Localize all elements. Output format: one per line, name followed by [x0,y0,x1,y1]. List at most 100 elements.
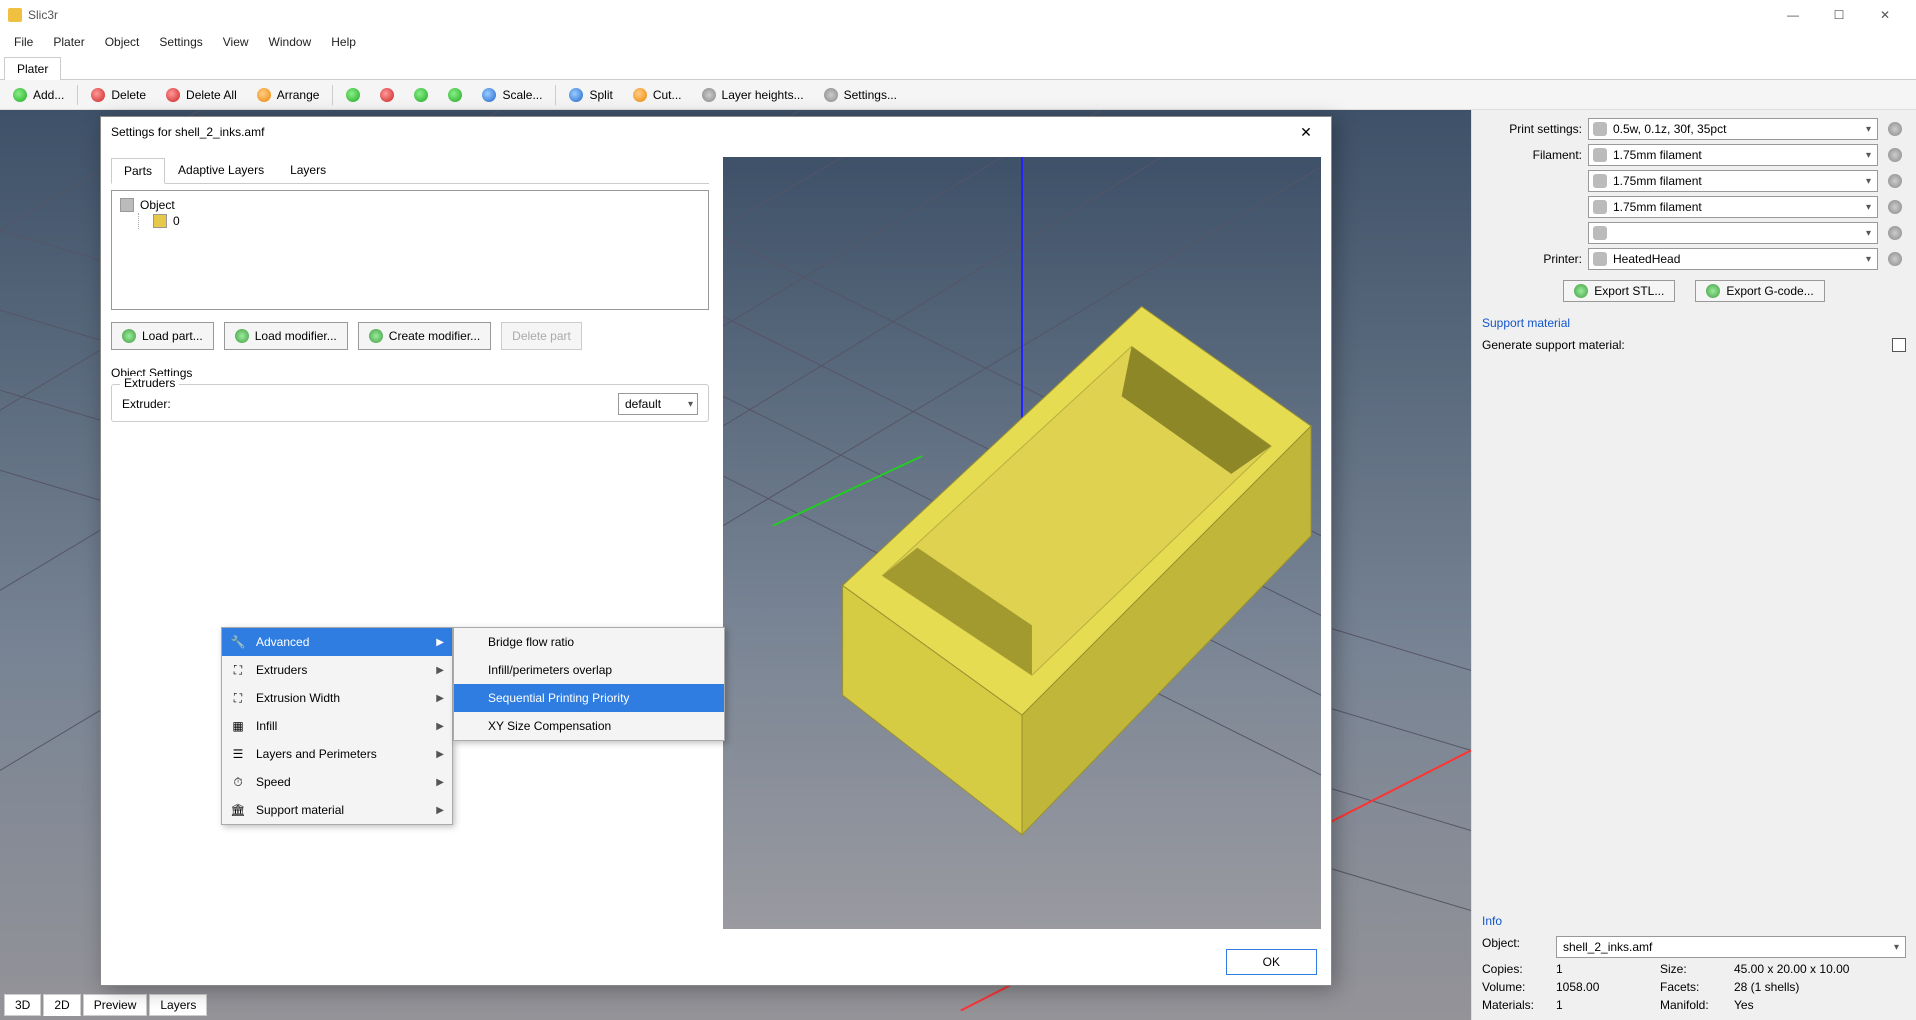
split-button[interactable]: Split [560,84,621,106]
close-button[interactable]: ✕ [1862,0,1908,30]
ctx-infill[interactable]: ▦Infill▶ [222,712,452,740]
chevron-right-icon: ▶ [436,777,444,788]
copies-value: 1 [1556,962,1656,976]
load-part-button[interactable]: Load part... [111,322,214,350]
ctx-infill-perimeters-overlap[interactable]: Infill/perimeters overlap [454,656,724,684]
funnel-icon: ⛶ [230,690,246,706]
tab-parts[interactable]: Parts [111,158,165,184]
filament-gear-4[interactable] [1884,222,1906,244]
rotate-cw-button[interactable] [439,84,471,106]
export-gcode-button[interactable]: Export G-code... [1695,280,1824,302]
minus-icon [91,88,105,102]
print-settings-gear[interactable] [1884,118,1906,140]
printer-gear[interactable] [1884,248,1906,270]
info-section-title: Info [1482,914,1906,928]
cut-button[interactable]: Cut... [624,84,691,106]
ctx-extrusion-width[interactable]: ⛶Extrusion Width▶ [222,684,452,712]
load-modifier-button[interactable]: Load modifier... [224,322,348,350]
gear-icon [1593,122,1607,136]
delete-all-button[interactable]: Delete All [157,84,246,106]
minimize-button[interactable]: — [1770,0,1816,30]
filament-select-4[interactable] [1588,222,1878,244]
settings-button[interactable]: Settings... [815,84,906,106]
cut-icon [633,88,647,102]
chevron-right-icon: ▶ [436,749,444,760]
ctx-layers-perimeters[interactable]: ☰Layers and Perimeters▶ [222,740,452,768]
zoom-out-button[interactable] [371,84,403,106]
add-button[interactable]: Add... [4,84,73,106]
facets-label: Facets: [1660,980,1730,994]
menu-plater[interactable]: Plater [43,32,94,52]
cube-icon [120,198,134,212]
ctx-advanced[interactable]: 🔧Advanced▶ [222,628,452,656]
ctx-speed[interactable]: ⏱Speed▶ [222,768,452,796]
tab-plater[interactable]: Plater [4,57,61,80]
extruders-legend: Extruders [120,376,179,390]
printer-select[interactable]: HeatedHead [1588,248,1878,270]
separator [332,85,333,105]
delete-button[interactable]: Delete [82,84,155,106]
menu-file[interactable]: File [4,32,43,52]
chevron-right-icon: ▶ [436,637,444,648]
filament-gear-1[interactable] [1884,144,1906,166]
menu-window[interactable]: Window [259,32,322,52]
size-label: Size: [1660,962,1730,976]
scale-button[interactable]: Scale... [473,84,551,106]
maximize-button[interactable]: ☐ [1816,0,1862,30]
export-icon [1574,284,1588,298]
ctx-bridge-flow-ratio[interactable]: Bridge flow ratio [454,628,724,656]
rotate-ccw-button[interactable] [405,84,437,106]
menu-help[interactable]: Help [321,32,366,52]
volume-label: Volume: [1482,980,1552,994]
tab-layers[interactable]: Layers [277,157,339,183]
filament-label: Filament: [1482,148,1582,162]
tab-adaptive-layers[interactable]: Adaptive Layers [165,157,277,183]
menu-bar: File Plater Object Settings View Window … [0,30,1916,54]
ok-button[interactable]: OK [1226,949,1317,975]
zoom-in-button[interactable] [337,84,369,106]
generate-support-checkbox[interactable] [1892,338,1906,352]
view-tab-2d[interactable]: 2D [43,994,80,1016]
view-tab-3d[interactable]: 3D [4,994,41,1016]
tree-root[interactable]: Object [120,197,700,213]
filament-select-1[interactable]: 1.75mm filament [1588,144,1878,166]
printer-label: Printer: [1482,252,1582,266]
ctx-xy-size-compensation[interactable]: XY Size Compensation [454,712,724,740]
gear-icon [1888,226,1902,240]
arrange-button[interactable]: Arrange [248,84,329,106]
ctx-sequential-printing-priority[interactable]: Sequential Printing Priority [454,684,724,712]
window-titlebar: Slic3r — ☐ ✕ [0,0,1916,30]
view-tab-layers[interactable]: Layers [149,994,207,1016]
ctx-extruders[interactable]: ⛶Extruders▶ [222,656,452,684]
clock-icon: ⏱ [230,774,246,790]
menu-settings[interactable]: Settings [149,32,212,52]
dialog-3d-preview[interactable] [723,157,1321,929]
extruder-select[interactable]: default [618,393,698,415]
materials-label: Materials: [1482,998,1552,1012]
extruders-group: Extruders Extruder: default [111,384,709,422]
export-stl-button[interactable]: Export STL... [1563,280,1675,302]
view-tab-preview[interactable]: Preview [83,994,148,1016]
menu-view[interactable]: View [213,32,259,52]
ctx-support-material[interactable]: 🏛Support material▶ [222,796,452,824]
filament-select-2[interactable]: 1.75mm filament [1588,170,1878,192]
tree-child[interactable]: 0 [153,213,700,229]
layer-heights-button[interactable]: Layer heights... [693,84,813,106]
toolbar: Add... Delete Delete All Arrange Scale..… [0,80,1916,110]
menu-object[interactable]: Object [95,32,150,52]
filament-gear-2[interactable] [1884,170,1906,192]
object-settings-dialog: Settings for shell_2_inks.amf ✕ Parts Ad… [100,116,1332,986]
gear-icon [1888,148,1902,162]
parts-tree[interactable]: Object 0 [111,190,709,310]
zoom-in-icon [346,88,360,102]
x-icon [166,88,180,102]
funnel-icon: ⛶ [230,662,246,678]
print-settings-select[interactable]: 0.5w, 0.1z, 30f, 35pct [1588,118,1878,140]
zoom-out-icon [380,88,394,102]
dialog-close-button[interactable]: ✕ [1291,117,1321,147]
object-select[interactable]: shell_2_inks.amf [1556,936,1906,958]
filament-gear-3[interactable] [1884,196,1906,218]
create-modifier-button[interactable]: Create modifier... [358,322,491,350]
filament-select-3[interactable]: 1.75mm filament [1588,196,1878,218]
chevron-right-icon: ▶ [436,693,444,704]
